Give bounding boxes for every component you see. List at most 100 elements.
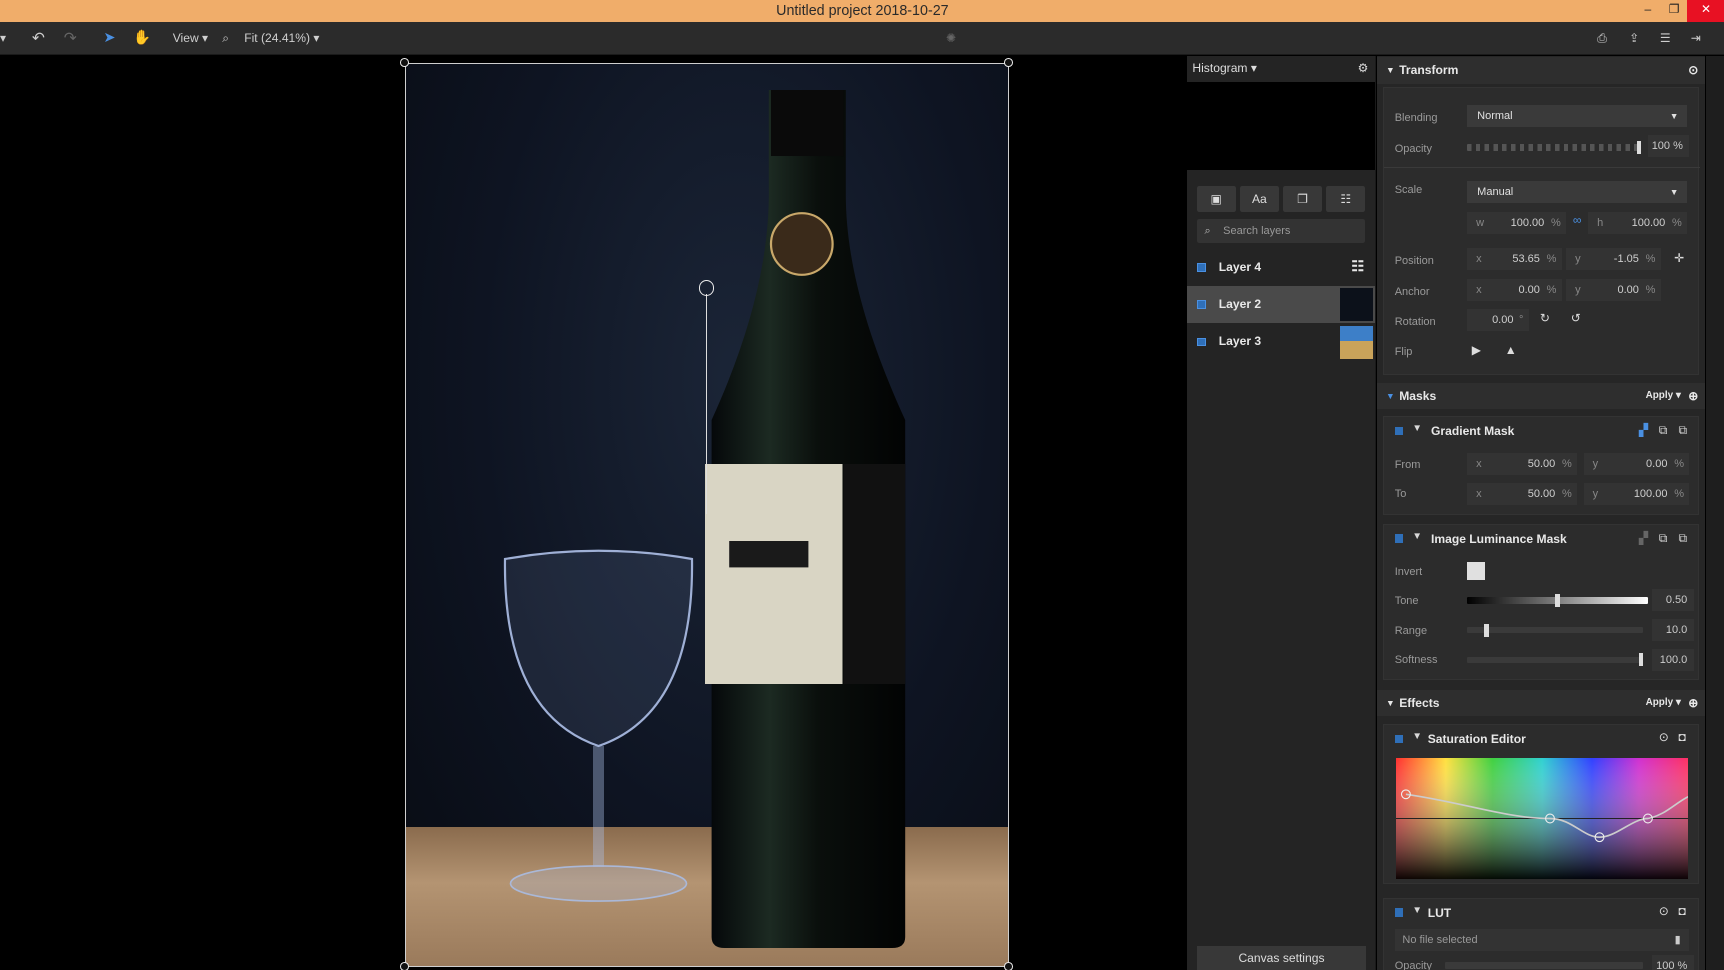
expand-icon[interactable]: ◘ <box>1678 904 1685 918</box>
undo-icon[interactable]: ↶ <box>32 22 45 55</box>
opacity-value[interactable]: 100 % <box>1647 135 1690 158</box>
opacity-slider[interactable] <box>1467 140 1642 154</box>
masks-header[interactable]: ▼ Masks Apply ▾ ⊕ <box>1377 382 1705 410</box>
effect-enable-checkbox[interactable] <box>1394 908 1404 918</box>
sidebar-toggle-icon[interactable]: ⇥ <box>1691 22 1701 55</box>
duplicate-layer-icon[interactable]: ❐ <box>1283 185 1322 213</box>
softness-value[interactable]: 100.0 <box>1652 648 1694 671</box>
mask-enable-checkbox[interactable] <box>1394 534 1404 544</box>
expand-icon[interactable]: ◘ <box>1678 730 1685 744</box>
add-effect-icon[interactable]: ⊕ <box>1688 690 1698 716</box>
masks-apply-button[interactable]: Apply ▾ <box>1646 383 1681 409</box>
layer-row-4[interactable]: Layer 4 ☷ <box>1187 249 1375 286</box>
collapse-icon[interactable]: ▼ <box>1412 905 1422 916</box>
position-x-field[interactable]: x 53.65% <box>1467 248 1562 271</box>
lut-opacity-slider[interactable] <box>1445 962 1644 969</box>
export-icon[interactable]: ⇪ <box>1629 22 1639 55</box>
layer-row-2[interactable]: Layer 2 <box>1186 285 1376 324</box>
hand-tool-icon[interactable]: ✋ <box>133 22 151 55</box>
move-icon[interactable]: ✛ <box>1674 251 1684 265</box>
invert-toggle[interactable] <box>1467 561 1485 580</box>
menu-arrow-icon[interactable]: ▾ <box>0 22 6 55</box>
resize-handle-tr[interactable] <box>1004 58 1014 68</box>
lut-opacity-value[interactable]: 100 % <box>1652 954 1694 970</box>
zoom-menu[interactable]: Fit (24.41%) ▾ <box>244 22 319 55</box>
resize-handle-br[interactable] <box>1004 962 1014 970</box>
position-y-field[interactable]: y -1.05% <box>1566 248 1661 271</box>
resize-handle-bl[interactable] <box>400 962 410 970</box>
layer-visibility-checkbox[interactable] <box>1196 337 1206 347</box>
softness-knob[interactable] <box>1638 653 1644 667</box>
to-x-field[interactable]: x 50.00% <box>1467 482 1578 505</box>
rotation-field[interactable]: 0.00 ° <box>1467 308 1529 331</box>
to-y-field[interactable]: y 100.00% <box>1583 482 1690 505</box>
print-icon[interactable]: ⎙ <box>1597 22 1607 55</box>
duplicate-icon[interactable]: ⧉ <box>1678 531 1687 546</box>
transform-header[interactable]: ▼ Transform ⊙ <box>1377 57 1705 84</box>
softness-slider[interactable] <box>1467 653 1644 667</box>
select-tool-icon[interactable]: ➤ <box>103 22 115 55</box>
pos-x-value: 53.65 <box>1512 253 1540 266</box>
copy-icon[interactable]: ⧉ <box>1659 423 1668 438</box>
mask-mode-icon[interactable]: ▞ <box>1639 531 1648 545</box>
minimize-button[interactable]: – <box>1635 0 1661 22</box>
gradient-handle[interactable] <box>698 280 714 296</box>
collapse-icon[interactable]: ▼ <box>1412 731 1422 742</box>
zoom-icon[interactable]: ⌕ <box>222 22 229 55</box>
canvas[interactable] <box>0 56 1186 970</box>
collapse-icon[interactable]: ▼ <box>1412 423 1422 434</box>
effects-apply-button[interactable]: Apply ▾ <box>1646 690 1681 716</box>
reset-icon[interactable]: ⊙ <box>1659 730 1669 744</box>
mask-enable-checkbox[interactable] <box>1394 426 1404 436</box>
height-field[interactable]: h 100.00% <box>1588 212 1688 235</box>
panel-scrollbar[interactable] <box>1706 56 1724 970</box>
anchor-y-field[interactable]: y 0.00% <box>1566 279 1661 302</box>
effects-header[interactable]: ▼ Effects Apply ▾ ⊕ <box>1377 689 1705 717</box>
collapse-icon[interactable]: ▼ <box>1412 531 1422 542</box>
tone-value[interactable]: 0.50 <box>1652 589 1694 612</box>
histogram-header[interactable]: Histogram ▾ ⚙ <box>1187 56 1375 80</box>
range-slider[interactable] <box>1467 623 1644 637</box>
redo-icon[interactable]: ↷ <box>64 22 77 55</box>
reset-icon[interactable]: ⊙ <box>1688 57 1698 83</box>
panel-toggle-icon[interactable]: ☰ <box>1660 22 1671 55</box>
adjustments-icon[interactable]: ☷ <box>1326 185 1366 213</box>
range-value[interactable]: 10.0 <box>1652 619 1694 642</box>
duplicate-icon[interactable]: ⧉ <box>1678 423 1687 438</box>
tone-knob[interactable] <box>1555 593 1560 608</box>
add-mask-icon[interactable]: ⊕ <box>1688 383 1698 409</box>
layer-bounding-box[interactable] <box>404 62 1009 967</box>
from-y-field[interactable]: y 0.00% <box>1583 453 1690 476</box>
restore-button[interactable]: ❐ <box>1661 0 1687 22</box>
anchor-x-field[interactable]: x 0.00% <box>1467 279 1562 302</box>
range-knob[interactable] <box>1484 623 1489 637</box>
lut-file-picker[interactable]: No file selected ▮ <box>1394 929 1690 952</box>
close-button[interactable]: ✕ <box>1687 0 1724 22</box>
image-layer-icon[interactable]: ▣ <box>1196 185 1236 213</box>
reset-icon[interactable]: ⊙ <box>1659 904 1669 918</box>
text-layer-button[interactable]: Aa <box>1239 185 1279 213</box>
blending-select[interactable]: Normal ▼ <box>1467 105 1688 128</box>
link-icon[interactable]: ∞ <box>1573 213 1582 227</box>
histogram-settings-icon[interactable]: ⚙ <box>1358 56 1369 80</box>
from-x-field[interactable]: x 50.00% <box>1467 453 1578 476</box>
flip-horizontal-icon[interactable]: ▶ <box>1472 343 1481 357</box>
view-menu[interactable]: View ▾ <box>173 22 208 55</box>
effect-enable-checkbox[interactable] <box>1394 734 1404 744</box>
saturation-curve-editor[interactable] <box>1395 757 1689 879</box>
delete-icon[interactable]: ▮ <box>1675 929 1681 951</box>
flip-vertical-icon[interactable]: ▲ <box>1505 343 1517 357</box>
canvas-settings-button[interactable]: Canvas settings <box>1196 946 1367 970</box>
rotate-left-icon[interactable]: ↺ <box>1571 311 1581 325</box>
scale-select[interactable]: Manual ▼ <box>1467 181 1688 204</box>
mask-mode-icon[interactable]: ▞ <box>1639 423 1648 437</box>
search-layers-input[interactable]: ⌕ Search layers <box>1196 218 1366 244</box>
layer-visibility-checkbox[interactable] <box>1196 300 1206 310</box>
width-field[interactable]: w 100.00% <box>1467 212 1567 235</box>
tone-slider[interactable] <box>1467 593 1648 608</box>
layer-row-3[interactable]: Layer 3 <box>1187 323 1375 360</box>
layer-name: Layer 2 <box>1218 296 1262 311</box>
rotate-right-icon[interactable]: ↻ <box>1540 311 1550 325</box>
copy-icon[interactable]: ⧉ <box>1659 531 1668 546</box>
layer-visibility-checkbox[interactable] <box>1196 262 1206 272</box>
